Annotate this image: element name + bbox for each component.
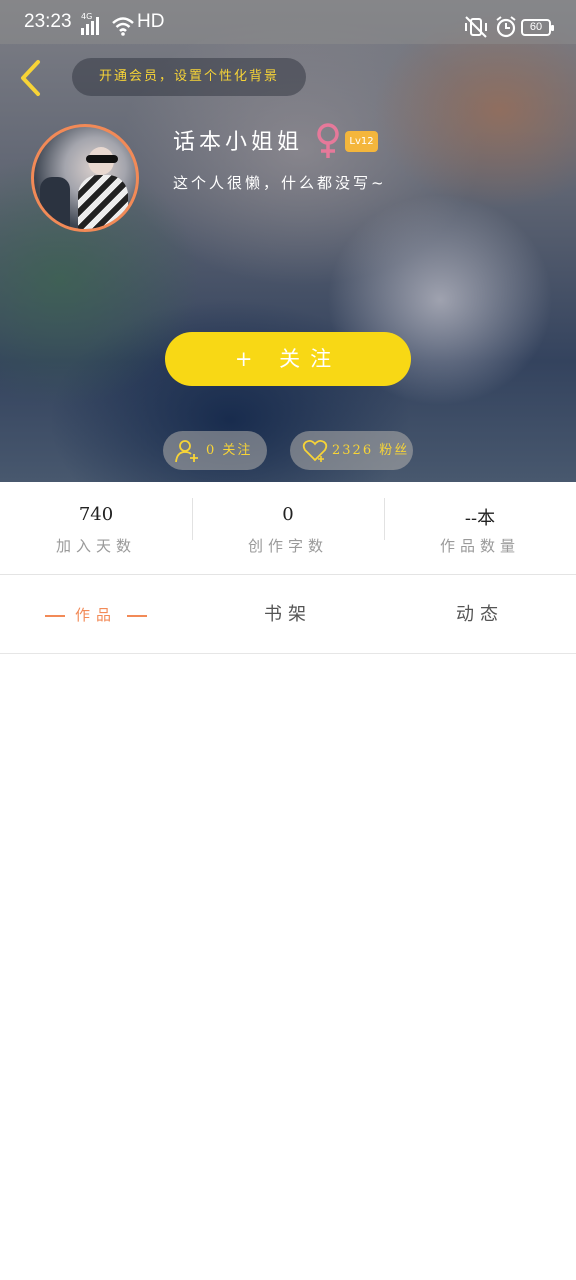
stat-value: --本 xyxy=(464,508,496,529)
tab-bookshelf[interactable]: 书架 xyxy=(192,576,384,654)
vip-background-prompt[interactable]: 开通会员，设置个性化背景 xyxy=(72,58,306,96)
tab-label: 书架 xyxy=(264,604,312,625)
stat-label: 作品数量 xyxy=(439,537,520,555)
user-bio: 这个人很懒，什么都没写~ xyxy=(173,174,387,192)
tab-bar: 作品 书架 动态 xyxy=(0,576,576,654)
tab-content-area xyxy=(0,655,576,1280)
follow-button[interactable]: + 关注 xyxy=(165,332,411,386)
status-bar: 23:23 4G HD 60 xyxy=(0,0,576,44)
stat-value: 740 xyxy=(78,504,114,525)
fans-button[interactable]: 2326 粉丝 xyxy=(290,431,413,470)
level-badge: Lv12 xyxy=(345,131,378,152)
stat-label: 加入天数 xyxy=(55,537,136,555)
avatar[interactable] xyxy=(31,124,139,232)
stat-join-days: 740 加入天数 xyxy=(0,482,192,575)
stat-word-count: 0 创作字数 xyxy=(192,482,384,575)
following-count: 0 关注 xyxy=(206,443,253,458)
back-arrow-icon[interactable] xyxy=(16,58,46,98)
stats-row: 740 加入天数 0 创作字数 --本 作品数量 xyxy=(0,482,576,575)
tab-label: 作品 xyxy=(74,606,117,624)
tab-activity[interactable]: 动态 xyxy=(384,576,576,654)
user-add-icon xyxy=(175,440,198,463)
vibrate-off-icon xyxy=(465,16,487,38)
stat-label: 创作字数 xyxy=(247,537,328,555)
battery-indicator: 60 xyxy=(521,19,554,36)
wifi-icon xyxy=(112,17,134,36)
female-icon xyxy=(317,123,339,158)
stat-works-count: --本 作品数量 xyxy=(384,482,576,575)
heart-icon xyxy=(302,439,328,462)
fans-count: 2326 粉丝 xyxy=(332,443,410,458)
signal-icon xyxy=(81,17,99,35)
tab-label: 动态 xyxy=(456,604,504,625)
stat-value: 0 xyxy=(282,504,294,525)
status-time: 23:23 xyxy=(24,11,72,32)
profile-header: 23:23 4G HD 60 开通会员，设置个性化背景 话本小姐姐 Lv12 这… xyxy=(0,0,576,482)
username: 话本小姐姐 xyxy=(173,130,304,155)
alarm-icon xyxy=(496,16,516,38)
tab-works[interactable]: 作品 xyxy=(0,576,192,654)
following-button[interactable]: 0 关注 xyxy=(163,431,267,470)
hd-indicator: HD xyxy=(137,11,165,32)
